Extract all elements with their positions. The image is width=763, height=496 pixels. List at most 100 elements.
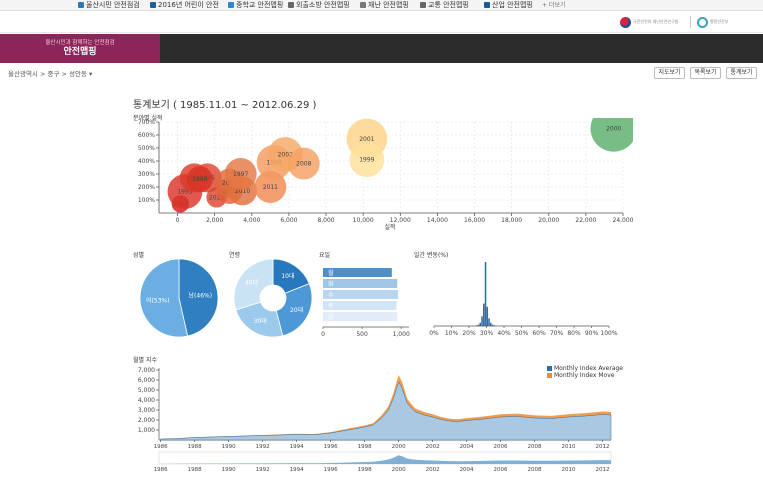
month-x-tick-label: 1990 [222, 444, 236, 450]
bubble-chart: 0 2,000 4,000 6,000 8,000 10,000 12,000 14,000 1… [138, 118, 634, 231]
pie-label: 여(53%) [146, 296, 170, 304]
month-y-tick-label: 5,000 [138, 387, 155, 394]
hist-x-tick-label: 70% [550, 330, 564, 337]
hist-x-tick-label: 40% [497, 330, 511, 337]
pie-label: 20대 [290, 306, 303, 314]
agency-logo-text: 국민안전처 재난안전연구원 [633, 19, 679, 24]
hist-x-tick-label: 80% [567, 330, 581, 337]
daily-histogram: 0% 10% 20% 30% 40% 50% 60% 70% 80% 90% 100% [429, 262, 618, 337]
bubble-label: 2000 [606, 126, 621, 133]
month-x-tick-label: 1996 [324, 444, 338, 450]
dow-x-tick-label: 1,000 [393, 331, 410, 338]
stats-view-button[interactable]: 통계보기 [726, 67, 757, 79]
dow-bar-2 [323, 290, 399, 299]
nav-item-label: 울산시민 안전점검 [86, 1, 140, 9]
month-x-tick-label: 1986 [154, 444, 168, 450]
pie-label: 10대 [281, 272, 294, 280]
dow-bar-3 [323, 301, 397, 310]
nav-item-label: 2016년 어린이 안전 [158, 1, 219, 9]
nav-item[interactable]: 교통 안전맵핑 [420, 0, 469, 11]
dow-bar-label: 월 [328, 269, 334, 277]
info-icon [484, 2, 490, 8]
month-x-tick-label: 2008 [528, 444, 542, 450]
navigator-tick-label: 1996 [324, 467, 338, 473]
monthly-index-chart: 1,000 2,000 3,000 4,000 5,000 6,000 7,000 1986 1… [138, 365, 623, 473]
y-tick-label: 500% [138, 145, 155, 152]
month-x-tick-label: 1998 [358, 444, 372, 450]
navigator-tick-label: 2012 [596, 467, 610, 473]
nav-item[interactable]: 산업 안전맵핑 [484, 0, 533, 11]
bubble-label: 2008 [296, 161, 311, 168]
bubble-label: 1989 [192, 176, 207, 183]
month-x-tick-label: 1992 [256, 444, 270, 450]
dow-bar-4 [323, 312, 398, 321]
dow-bar-label: 목 [328, 303, 334, 310]
list-view-button[interactable]: 목록보기 [690, 67, 721, 79]
month-y-tick-label: 1,000 [138, 427, 155, 434]
logo-divider [690, 16, 691, 28]
page-title: 통계보기 ( 1985.11.01 ~ 2012.06.29 ) [133, 100, 317, 111]
agency-logo[interactable]: 국민안전처 재난안전연구원 [620, 15, 678, 29]
x-tick-label: 14,000 [427, 217, 448, 224]
navigator-tick-label: 2002 [426, 467, 440, 473]
brand-title: 안전맵핑 [63, 47, 97, 57]
breadcrumb[interactable]: 울산광역시 > 중구 > 성안동 ▾ [8, 68, 92, 78]
bookmark-icon [228, 2, 234, 8]
brand-block[interactable]: 울산시민과 함께하는 안전점검 안전맵핑 [0, 34, 160, 63]
navigator-tick-label: 1988 [188, 467, 202, 473]
x-tick-label: 8,000 [317, 217, 334, 224]
nav-item-label: 교통 안전맵핑 [428, 1, 469, 9]
nav-item[interactable]: 울산시민 안전점검 [78, 0, 140, 11]
y-tick-label: 200% [138, 184, 155, 191]
ministry-logo[interactable]: 행정안전부 [697, 15, 728, 29]
month-x-tick-label: 2002 [426, 444, 440, 450]
hist-bar-3 [481, 316, 483, 326]
legend-swatch-0 [547, 366, 552, 371]
y-tick-label: 700% [138, 119, 155, 126]
legend-swatch-1 [547, 373, 552, 378]
month-y-tick-label: 2,000 [138, 417, 155, 424]
pencil-icon [78, 2, 84, 8]
ministry-icon [697, 16, 708, 28]
legend-label: Monthly Index Move [554, 372, 615, 379]
month-x-tick-label: 2012 [596, 444, 610, 450]
nav-item[interactable]: 중학교 안전맵핑 [228, 0, 283, 11]
month-x-tick-label: 2006 [494, 444, 508, 450]
month-x-tick-label: 1988 [188, 444, 202, 450]
dow-x-tick-label: 500 [356, 331, 368, 338]
hist-x-tick-label: 20% [462, 330, 476, 337]
legend-label: Monthly Index Average [554, 365, 623, 372]
hist-bar-5 [484, 262, 487, 326]
x-tick-label: 16,000 [464, 217, 485, 224]
nav-item[interactable]: 재난 안전맵핑 [360, 0, 409, 11]
x-tick-label: 12,000 [390, 217, 411, 224]
hist-bar-8 [490, 322, 492, 326]
hist-bar-2 [479, 322, 482, 326]
hist-x-tick-label: 0% [429, 330, 439, 337]
more-link[interactable]: + 더보기 [542, 0, 566, 11]
month-y-tick-label: 6,000 [138, 377, 155, 384]
nav-item-label: 외출소방 안전맵핑 [296, 1, 350, 9]
navigator-tick-label: 1992 [256, 467, 270, 473]
bubble-2000 [590, 118, 633, 152]
hist-x-tick-label: 30% [480, 330, 494, 337]
x-tick-label: 0 [176, 217, 180, 224]
emblem-icon [620, 16, 631, 28]
x-tick-label: 24,000 [613, 217, 634, 224]
dow-bar-label: 수 [328, 292, 334, 299]
month-x-tick-label: 2010 [562, 444, 576, 450]
navigator-tick-label: 2008 [528, 467, 542, 473]
month-x-tick-label: 1994 [290, 444, 304, 450]
logo-bar: 국민안전처 재난안전연구원 행정안전부 [0, 11, 763, 33]
nav-item[interactable]: 2016년 어린이 안전 [150, 0, 219, 11]
month-x-tick-label: 2000 [392, 444, 406, 450]
nav-item[interactable]: 외출소방 안전맵핑 [288, 0, 350, 11]
hist-x-tick-label: 60% [532, 330, 546, 337]
hist-x-tick-label: 10% [445, 330, 459, 337]
month-y-tick-label: 4,000 [138, 397, 155, 404]
dow-x-tick-label: 0 [321, 331, 325, 338]
x-axis-title: 실적 [384, 223, 395, 231]
map-view-button[interactable]: 지도보기 [654, 67, 685, 79]
hist-bar-4 [483, 303, 485, 326]
people-icon [288, 2, 294, 8]
